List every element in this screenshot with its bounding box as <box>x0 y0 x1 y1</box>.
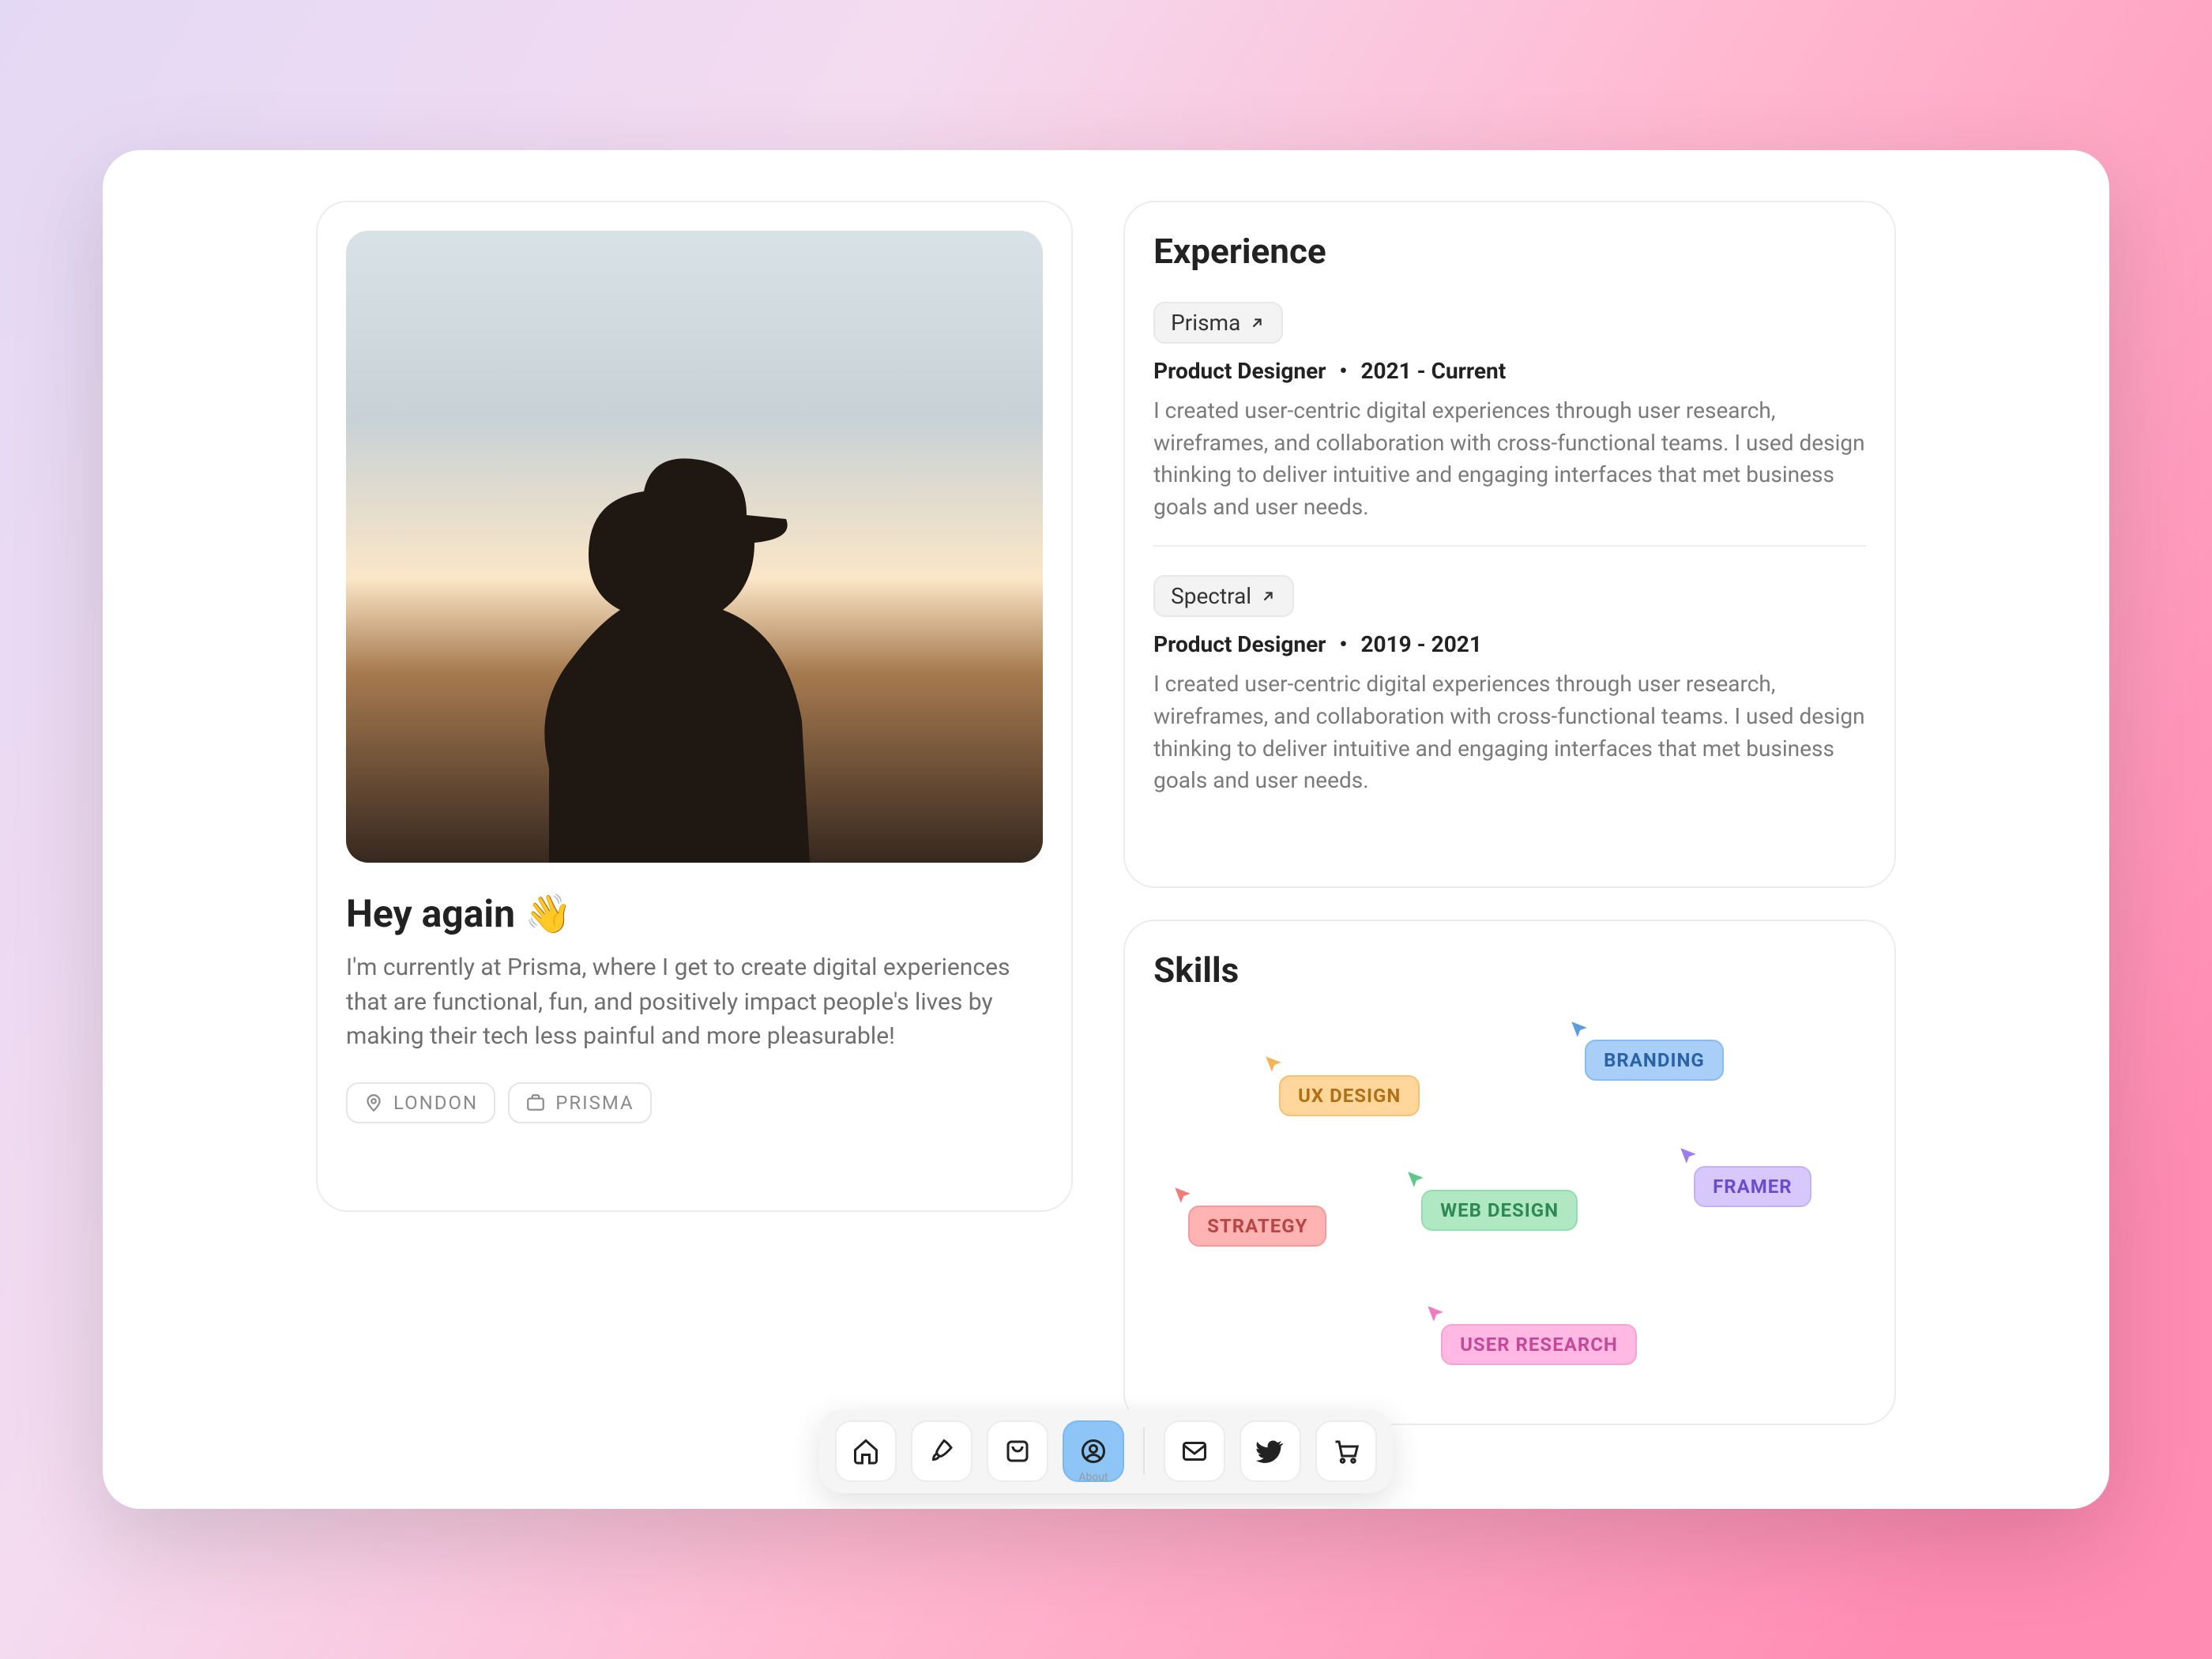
skill-tag-strategy[interactable]: STRATEGY <box>1188 1206 1326 1247</box>
nav-active-label: About <box>1078 1471 1108 1484</box>
role-title: Product Designer <box>1153 358 1326 384</box>
cart-icon <box>1332 1437 1360 1465</box>
cursor-icon <box>1678 1146 1698 1166</box>
cursor-icon <box>1569 1019 1589 1040</box>
profile-photo <box>346 231 1043 863</box>
skill-tag-ux[interactable]: UX DESIGN <box>1279 1075 1420 1116</box>
skill-tag-web[interactable]: WEB DESIGN <box>1421 1190 1578 1231</box>
map-pin-icon <box>363 1093 384 1113</box>
role-title: Product Designer <box>1153 631 1326 657</box>
nav-about[interactable]: About <box>1063 1420 1124 1482</box>
location-chip: LONDON <box>346 1082 495 1123</box>
external-link-icon <box>1259 588 1277 605</box>
experience-item: Prisma Product Designer • 2021 - Current… <box>1153 294 1866 545</box>
profile-description: I'm currently at Prisma, where I get to … <box>346 950 1043 1054</box>
company-text: PRISMA <box>555 1092 634 1114</box>
cursor-icon <box>1172 1185 1193 1206</box>
home-icon <box>852 1437 880 1465</box>
skill-tag-branding[interactable]: BRANDING <box>1585 1040 1724 1081</box>
experience-description: I created user-centric digital experienc… <box>1153 395 1866 523</box>
skill-tag-research[interactable]: USER RESEARCH <box>1441 1324 1637 1365</box>
experience-title: Experience <box>1153 231 1866 272</box>
profile-greeting: Hey again 👋 <box>346 891 1043 936</box>
dock-divider <box>1143 1428 1145 1475</box>
bottom-dock: About <box>819 1409 1393 1493</box>
company-name: Spectral <box>1171 583 1251 609</box>
external-link-icon <box>1248 314 1266 332</box>
company-link[interactable]: Prisma <box>1153 302 1283 344</box>
experience-item: Spectral Product Designer • 2019 - 2021 … <box>1153 545 1866 818</box>
bag-icon <box>1003 1437 1032 1465</box>
role-period: 2019 - 2021 <box>1360 631 1481 657</box>
nav-shop[interactable] <box>1315 1420 1377 1482</box>
profile-card: Hey again 👋 I'm currently at Prisma, whe… <box>316 201 1073 1212</box>
nav-work[interactable] <box>911 1420 972 1482</box>
location-text: LONDON <box>393 1092 478 1114</box>
nav-gallery[interactable] <box>987 1420 1048 1482</box>
cursor-icon <box>1263 1054 1284 1074</box>
skills-title: Skills <box>1153 950 1866 991</box>
twitter-icon <box>1256 1437 1285 1465</box>
user-circle-icon <box>1079 1437 1108 1465</box>
skill-tag-framer[interactable]: FRAMER <box>1694 1166 1811 1207</box>
nav-home[interactable] <box>835 1420 897 1482</box>
nav-mail[interactable] <box>1164 1420 1225 1482</box>
person-silhouette <box>454 357 865 863</box>
company-chip: PRISMA <box>508 1082 652 1123</box>
app-window: Hey again 👋 I'm currently at Prisma, whe… <box>103 150 2109 1509</box>
company-name: Prisma <box>1171 310 1240 336</box>
experience-card: Experience Prisma Product Designer • 202… <box>1123 201 1896 888</box>
role-period: 2021 - Current <box>1360 358 1506 384</box>
mail-icon <box>1180 1437 1209 1465</box>
skills-card: Skills UX DESIGN BRANDING STRATEGY WEB D… <box>1123 920 1896 1425</box>
experience-description: I created user-centric digital experienc… <box>1153 668 1866 796</box>
nav-twitter[interactable] <box>1240 1420 1301 1482</box>
company-link[interactable]: Spectral <box>1153 575 1294 617</box>
brush-icon <box>927 1437 956 1465</box>
cursor-icon <box>1405 1169 1426 1190</box>
briefcase-icon <box>525 1093 546 1113</box>
cursor-icon <box>1425 1304 1446 1324</box>
